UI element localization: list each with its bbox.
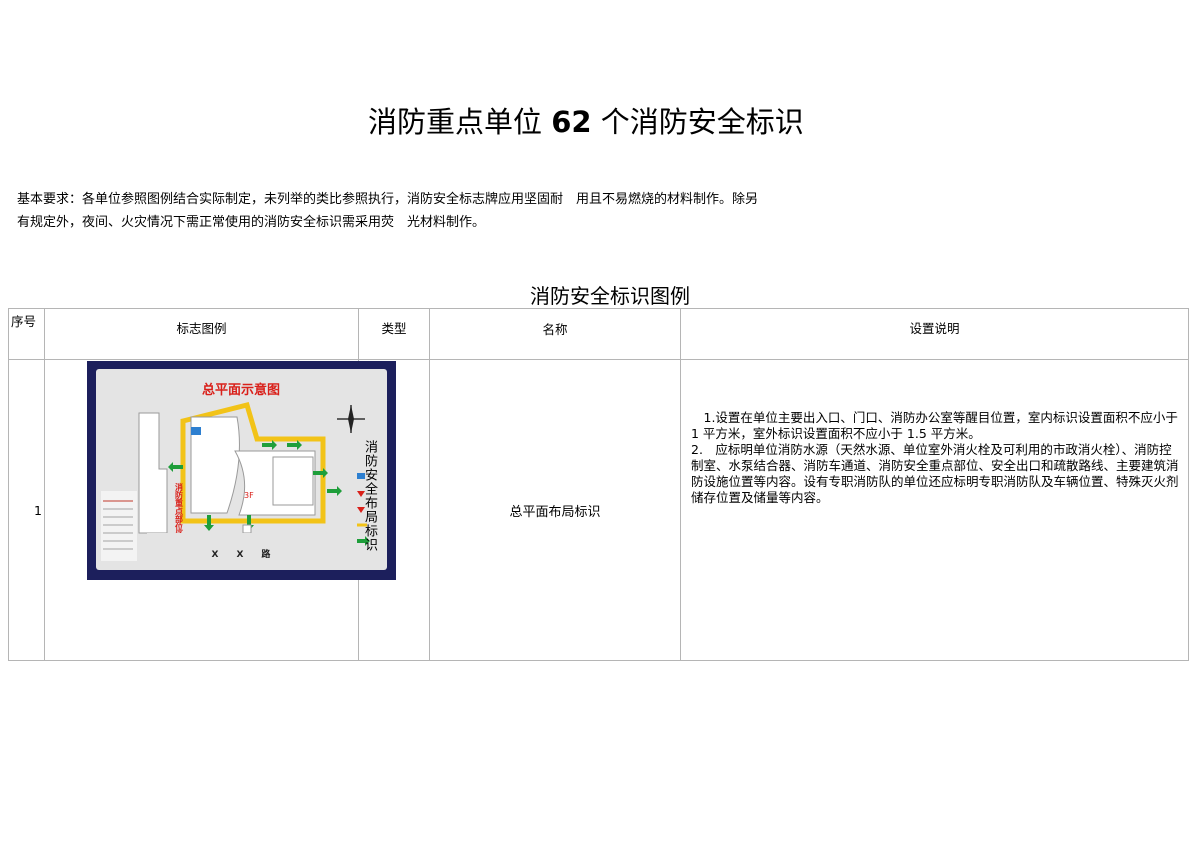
table-header-row: 序号 标志图例 类型 名称 设置说明	[8, 308, 1189, 360]
row-desc-item-1: 1.设置在单位主要出入口、门口、消防办公室等醒目位置，室内标识设置面积不应小于 …	[691, 410, 1178, 441]
row-name: 总平面布局标识	[429, 359, 681, 661]
requirement-line-2: 有规定外，夜间、火灾情况下需正常使用的消防安全标识需采用荧 光材料制作。	[17, 215, 486, 230]
sign-title: 总平面示意图	[202, 382, 280, 398]
sign-legend-list	[101, 491, 137, 561]
table-caption: 消防安全标识图例	[530, 284, 690, 308]
document-title: 消防重点单位 62 个消防安全标识	[368, 105, 804, 139]
header-type: 类型	[358, 308, 430, 360]
gate	[242, 524, 252, 534]
floor-label: 3F	[244, 491, 254, 500]
site-plan-sign-image: 总平面示意图 消防重点部位场地 3F X X 路	[87, 361, 396, 580]
road-label: X X 路	[212, 548, 272, 560]
row-desc: 1.设置在单位主要出入口、门口、消防办公室等醒目位置，室内标识设置面积不应小于 …	[680, 359, 1189, 661]
basic-requirements: 基本要求：各单位参照图例结合实际制定，未列举的类比参照执行，消防安全标志牌应用坚…	[17, 188, 837, 234]
requirement-line-1: 基本要求：各单位参照图例结合实际制定，未列举的类比参照执行，消防安全标志牌应用坚…	[17, 192, 759, 207]
header-name: 名称	[429, 308, 681, 360]
row-desc-item-2: 2. 应标明单位消防水源（天然水源、单位室外消火栓及可利用的市政消火栓）、消防控…	[691, 442, 1179, 505]
header-seq: 序号	[8, 308, 45, 360]
table-row: 1 总平面示意图 消防重点部位场地 3F X X 路 消防安全布局标识 总平面布…	[8, 359, 1189, 661]
blue-marker	[191, 427, 201, 435]
header-desc: 设置说明	[680, 308, 1189, 360]
header-sign: 标志图例	[44, 308, 359, 360]
row-type-text: 消防安全布局标识	[362, 440, 377, 552]
sign-legend-table: 序号 标志图例 类型 名称 设置说明 1 总平面示意图 消防重点部位场地 3F …	[8, 308, 1189, 661]
row-seq: 1	[8, 359, 45, 661]
sign-image-cell: 总平面示意图 消防重点部位场地 3F X X 路	[44, 359, 396, 661]
